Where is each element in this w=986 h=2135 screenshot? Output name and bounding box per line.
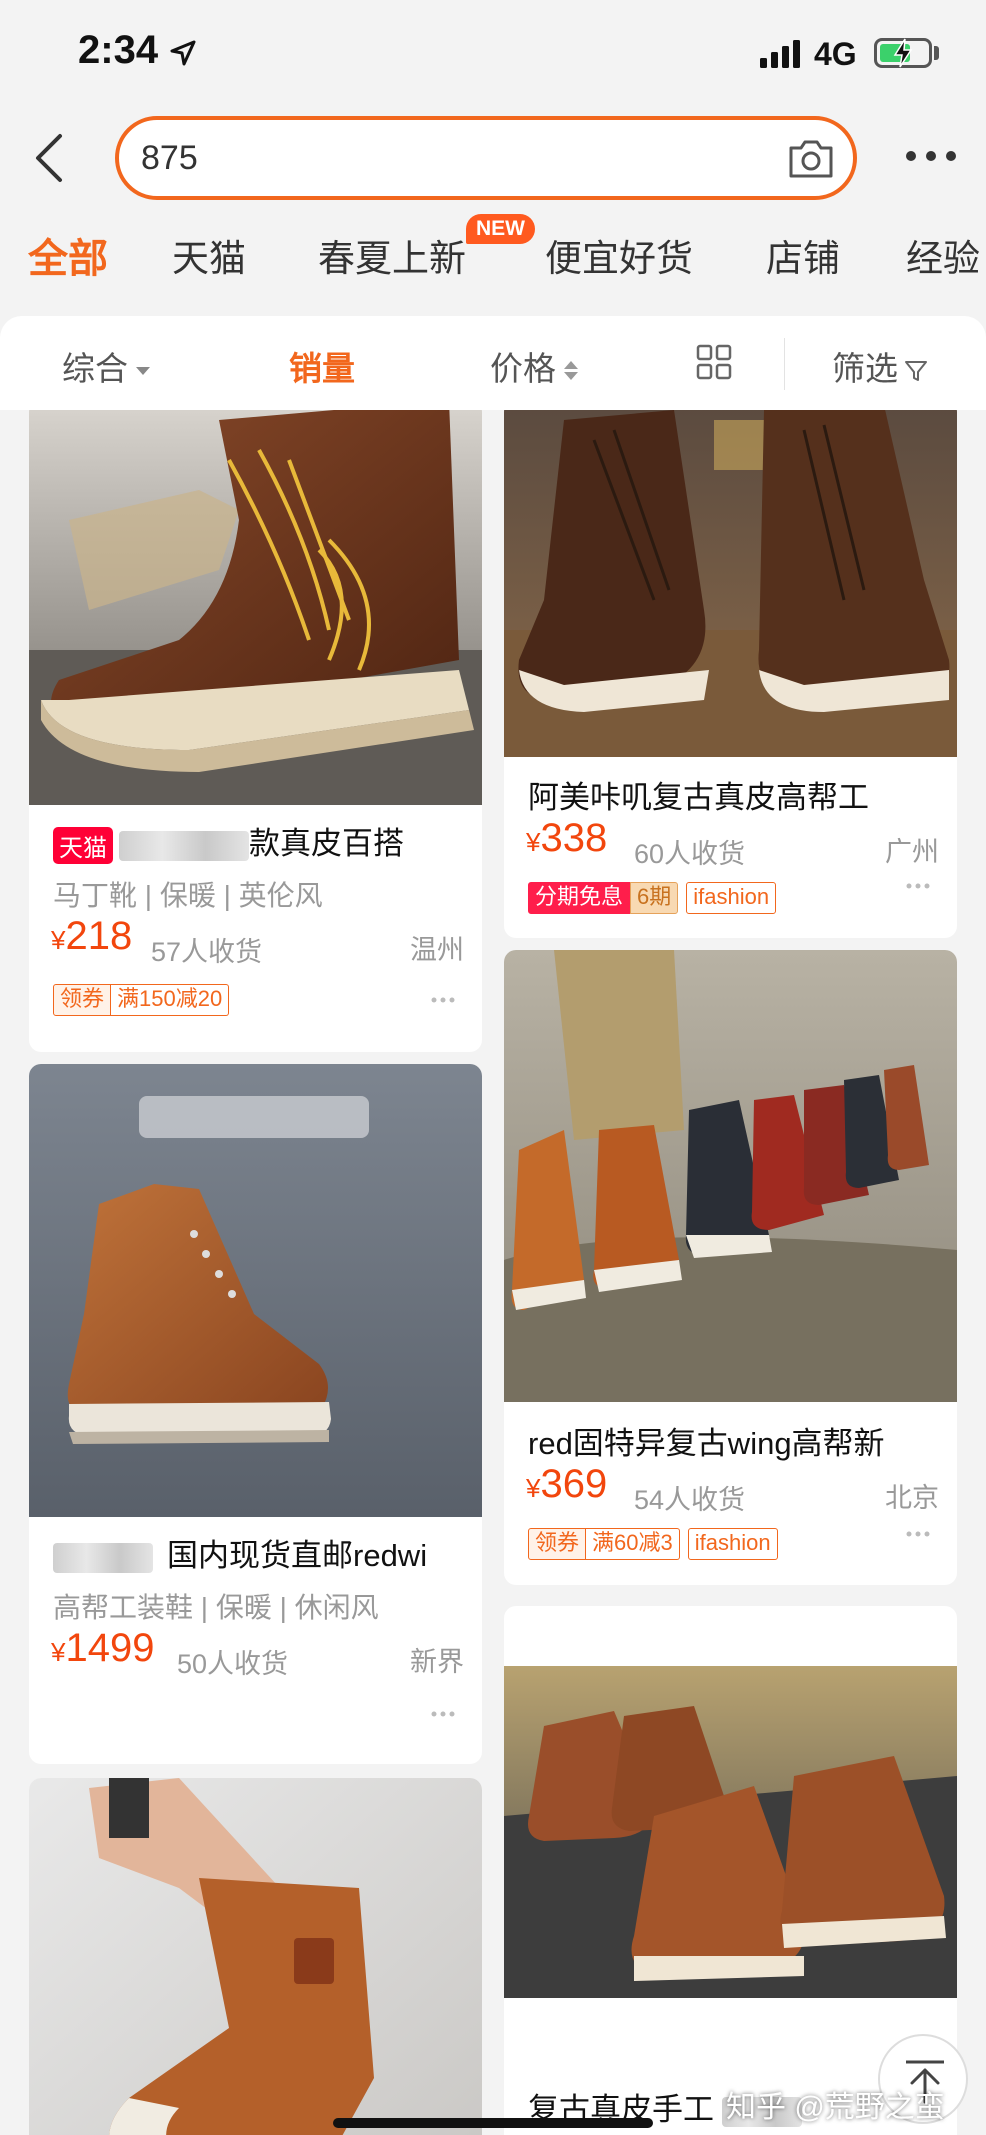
more-dots-icon[interactable]: [430, 996, 456, 1004]
coupon-value[interactable]: 满60减3: [586, 1528, 680, 1560]
blurred-text: [119, 830, 249, 861]
product-image: [29, 410, 482, 805]
sort-price-label: 价格: [490, 350, 556, 387]
coupon-label[interactable]: 领券: [528, 1528, 587, 1560]
sold-count: 50人收货: [177, 1649, 289, 1679]
watermark: 知乎 @荒野之蛮: [726, 2091, 945, 2124]
category-tabs: 全部 天猫 春夏上新 NEW 便宜好货 店铺 经验: [0, 210, 986, 300]
search-header: [0, 110, 986, 206]
new-badge: NEW: [466, 214, 535, 244]
sort-price[interactable]: 价格: [490, 342, 578, 390]
ship-location: 广州: [885, 837, 939, 867]
search-box[interactable]: [115, 116, 857, 200]
shop-tag: ifashion: [686, 882, 777, 914]
more-dots-icon[interactable]: [905, 1530, 931, 1538]
price-value: 369: [540, 1462, 608, 1506]
chevron-down-icon: [136, 367, 150, 376]
home-indicator: [333, 2118, 653, 2128]
ship-location: 北京: [885, 1483, 939, 1513]
price-currency: ¥: [51, 1637, 66, 1667]
search-input[interactable]: [141, 136, 741, 180]
shop-tag: ifashion: [687, 1528, 778, 1560]
product-title: 阿美咔叽复古真皮高帮工: [528, 780, 869, 815]
network-label: 4G: [814, 36, 857, 72]
product-price: ¥1499: [51, 1626, 154, 1671]
product-image: [504, 410, 957, 757]
product-image: [504, 950, 957, 1402]
coupon-badges: 领券 满150减20: [53, 984, 230, 1018]
product-card[interactable]: 国内现货直邮redwi 高帮工装鞋 | 保暖 | 休闲风 ¥1499 50人收货…: [29, 1064, 482, 1764]
back-icon[interactable]: [30, 132, 70, 184]
filter-label: 筛选: [832, 350, 898, 387]
ship-location: 温州: [410, 935, 464, 965]
location-arrow-icon: [170, 40, 196, 66]
status-time: 2:34: [78, 28, 159, 72]
promo-badges: 分期免息 6期 ifashion: [528, 882, 777, 916]
ship-location: 新界: [410, 1647, 464, 1677]
price-currency: ¥: [51, 925, 66, 955]
coupon-badges: 领券 满60减3 ifashion: [528, 1528, 778, 1562]
product-title: red固特异复古wing高帮新: [528, 1426, 885, 1461]
installment-badge: 分期免息: [528, 882, 631, 914]
tab-cheap-goods[interactable]: 便宜好货: [545, 228, 693, 282]
product-image: [29, 1778, 482, 2135]
product-image: [504, 1666, 957, 1998]
installment-periods: 6期: [630, 882, 679, 914]
camera-icon[interactable]: [787, 136, 835, 180]
tab-tmall[interactable]: 天猫: [172, 228, 246, 282]
product-title-text: 款真皮百搭: [249, 826, 404, 861]
product-card[interactable]: [29, 1778, 482, 2135]
status-bar: 2:34 4G: [0, 0, 986, 110]
charging-bolt-icon: [893, 38, 913, 68]
tmall-badge: 天猫: [53, 827, 113, 865]
sort-sales[interactable]: 销量: [289, 342, 355, 390]
more-dots-icon[interactable]: [905, 882, 931, 890]
product-image: [29, 1064, 482, 1517]
sold-count: 60人收货: [634, 839, 746, 869]
sort-bar: 综合 销量 价格 筛选: [0, 316, 986, 410]
sort-divider: [784, 338, 785, 390]
tab-shops[interactable]: 店铺: [766, 228, 840, 282]
sold-count: 57人收货: [151, 937, 263, 967]
coupon-value[interactable]: 满150减20: [111, 984, 230, 1016]
battery-cap: [934, 46, 939, 60]
sort-arrows-icon: [564, 361, 578, 381]
product-title-text: 国内现货直邮redwi: [167, 1538, 428, 1573]
product-card[interactable]: 天猫 款真皮百搭 马丁靴 | 保暖 | 英伦风 ¥218 57人收货 温州 领券满…: [29, 410, 482, 1052]
product-tags: 马丁靴 | 保暖 | 英伦风: [53, 880, 323, 911]
tab-experience[interactable]: 经验: [906, 228, 980, 282]
sold-count: 54人收货: [634, 1485, 746, 1515]
signal-icon: [760, 40, 800, 68]
product-title: 天猫 款真皮百搭: [53, 818, 404, 865]
product-card[interactable]: red固特异复古wing高帮新 ¥369 54人收货 北京 领券 满60减3 ifa…: [504, 950, 957, 1585]
price-currency: ¥: [526, 827, 541, 857]
filter-button[interactable]: 筛选: [832, 342, 928, 390]
product-tags: 高帮工装鞋 | 保暖 | 休闲风: [53, 1592, 379, 1623]
grid-view-icon[interactable]: [696, 344, 732, 380]
sort-overall-label: 综合: [62, 350, 128, 387]
blurred-text: [53, 1542, 153, 1573]
tab-spring-summer-new[interactable]: 春夏上新: [318, 228, 466, 282]
price-value: 338: [540, 816, 608, 860]
price-value: 1499: [65, 1626, 155, 1670]
product-price: ¥218: [51, 914, 132, 959]
more-options-icon[interactable]: [904, 146, 958, 166]
more-dots-icon[interactable]: [430, 1710, 456, 1718]
sort-overall[interactable]: 综合: [62, 342, 150, 390]
price-currency: ¥: [526, 1473, 541, 1503]
product-price: ¥369: [526, 1462, 607, 1507]
product-title: 国内现货直邮redwi: [53, 1530, 427, 1575]
product-card[interactable]: 阿美咔叽复古真皮高帮工 ¥338 60人收货 广州 分期免息 6期 ifashion: [504, 410, 957, 938]
product-price: ¥338: [526, 816, 607, 861]
price-value: 218: [65, 914, 133, 958]
tab-all[interactable]: 全部: [28, 226, 108, 284]
coupon-label[interactable]: 领券: [53, 984, 112, 1016]
filter-icon: [905, 361, 927, 382]
product-feed: 天猫 款真皮百搭 马丁靴 | 保暖 | 英伦风 ¥218 57人收货 温州 领券满…: [0, 410, 986, 2135]
